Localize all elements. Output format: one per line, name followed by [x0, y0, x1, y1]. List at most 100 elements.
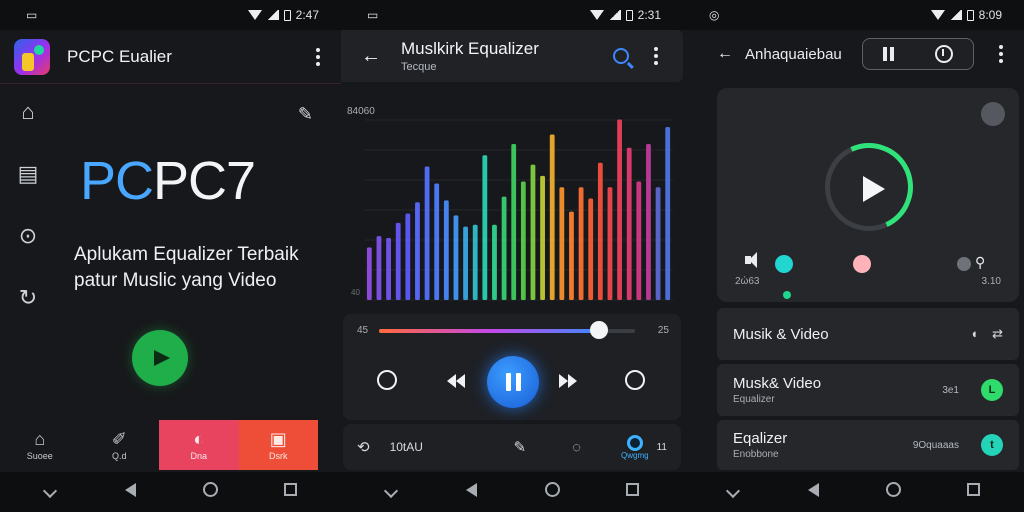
tagline: Aplukam Equalizer Terbaik patur Muslic y…: [74, 244, 299, 291]
eq-band-bar[interactable]: [549, 134, 555, 300]
more-options-icon[interactable]: [992, 45, 1010, 63]
eq-band-bar[interactable]: [626, 147, 632, 300]
back-icon[interactable]: [115, 482, 145, 502]
eq-band-bar[interactable]: [597, 162, 603, 300]
eq-band-bar[interactable]: [511, 143, 517, 300]
hide-keyboard-icon[interactable]: [35, 483, 65, 501]
eq-band-bar[interactable]: [617, 119, 622, 300]
more-options-icon[interactable]: [309, 47, 327, 66]
hide-keyboard-icon[interactable]: [376, 483, 406, 501]
avatar[interactable]: [981, 102, 1005, 126]
power-icon[interactable]: [377, 370, 397, 390]
loop-icon[interactable]: ⟲: [357, 438, 370, 456]
eq-band-bar[interactable]: [559, 187, 565, 300]
eq-band-bar[interactable]: [463, 226, 468, 300]
app-bar: ← Anhaquaiebau: [683, 30, 1024, 78]
home-icon[interactable]: ⌂: [16, 100, 40, 124]
eq-band-bar[interactable]: [578, 187, 584, 300]
recents-icon[interactable]: [959, 483, 989, 501]
volume-icon[interactable]: ◖: [970, 326, 978, 342]
list-item[interactable]: Musik & Video ◖ ⇄: [717, 308, 1019, 360]
app-bar: PCPC Eualier: [0, 30, 341, 84]
headphones-icon: ◐: [193, 428, 205, 449]
tab-dna[interactable]: ◐ Dna: [159, 420, 239, 470]
hide-keyboard-icon[interactable]: [718, 483, 748, 501]
eq-band-bar[interactable]: [588, 198, 594, 300]
bottom-tab-bar: ⌂ Suoee ✐ Q.d ◐ Dna ▣ Dsrk: [0, 420, 318, 470]
grey-knob[interactable]: [957, 257, 971, 271]
swap-icon[interactable]: ⇄: [992, 326, 1003, 342]
pause-button[interactable]: [487, 356, 539, 408]
back-arrow-icon[interactable]: ←: [717, 45, 733, 63]
start-button[interactable]: [132, 330, 188, 386]
phone-screen-player: ◎ 8:09 ← Anhaquaiebau ⚲ 2ώ63 3.10 Musik …: [683, 0, 1024, 512]
eq-band-bar[interactable]: [530, 164, 536, 300]
eq-band-bar[interactable]: [540, 175, 545, 300]
file-icon[interactable]: ▤: [16, 162, 40, 186]
status-badge[interactable]: t: [981, 434, 1003, 456]
cyan-knob[interactable]: [775, 255, 793, 273]
back-icon[interactable]: [798, 482, 828, 502]
back-arrow-icon[interactable]: ←: [361, 45, 385, 68]
eq-band-bar[interactable]: [453, 215, 459, 300]
eq-band-bar[interactable]: [405, 213, 411, 300]
eq-band-bar[interactable]: [376, 236, 382, 300]
tab-dsrk[interactable]: ▣ Dsrk: [238, 420, 318, 470]
eq-band-bar[interactable]: [636, 181, 642, 300]
eq-band-bar[interactable]: [569, 211, 574, 300]
eq-band-bar[interactable]: [395, 222, 401, 300]
bubble-icon[interactable]: ◌: [572, 439, 581, 456]
signal-icon: [949, 10, 962, 20]
list-item-title: Musk& Video: [733, 375, 822, 392]
link-icon[interactable]: ⚲: [975, 254, 985, 271]
player-progress-dot[interactable]: [783, 291, 791, 299]
home-nav-icon[interactable]: [196, 482, 226, 502]
record-icon[interactable]: [625, 370, 645, 390]
back-icon[interactable]: [457, 482, 487, 502]
tab-suoee[interactable]: ⌂ Suoee: [0, 420, 80, 470]
speaker-icon[interactable]: [745, 252, 757, 268]
eq-band-bar[interactable]: [655, 187, 661, 300]
eq-band-bar[interactable]: [607, 187, 613, 300]
list-item[interactable]: Musk& Video Equalizer 3e1 L: [717, 364, 1019, 416]
eq-band-bar[interactable]: [472, 224, 478, 300]
next-icon[interactable]: [559, 374, 577, 388]
home-nav-icon[interactable]: [879, 482, 909, 502]
eq-band-bar[interactable]: [665, 127, 671, 300]
pink-knob[interactable]: [853, 255, 871, 273]
recents-icon[interactable]: [618, 483, 648, 501]
status-bar: ▭ 2:47: [0, 0, 341, 30]
more-options-icon[interactable]: [647, 47, 665, 65]
seek-thumb[interactable]: [590, 321, 609, 339]
tab-qd[interactable]: ✐ Q.d: [80, 420, 160, 470]
eq-band-bar[interactable]: [366, 247, 372, 300]
search-voice-icon[interactable]: ⊙: [16, 224, 40, 248]
previous-icon[interactable]: [447, 374, 465, 388]
home-nav-icon[interactable]: [537, 482, 567, 502]
refresh-icon[interactable]: ↻: [16, 286, 40, 310]
eq-band-bar[interactable]: [501, 196, 507, 300]
status-badge[interactable]: L: [981, 379, 1003, 401]
eq-band-bar[interactable]: [424, 166, 430, 300]
eq-band-bar[interactable]: [415, 202, 420, 300]
list-item-title: Eqalizer: [733, 430, 788, 447]
list-item[interactable]: Eqalizer Enobbone 9Oquaaas t: [717, 420, 1019, 470]
recents-icon[interactable]: [276, 483, 306, 501]
eq-band-bar[interactable]: [434, 183, 440, 300]
eq-band-bar[interactable]: [482, 155, 488, 300]
phone-screen-home: ▭ 2:47 PCPC Eualier ⌂ ▤ ⊙ ↻ ✎ PCPC7 Aplu…: [0, 0, 341, 512]
search-icon[interactable]: [613, 48, 629, 64]
pen-icon[interactable]: ✎: [514, 438, 527, 456]
eq-band-bar[interactable]: [386, 237, 391, 300]
wifi-icon: [247, 10, 262, 20]
eq-band-bar[interactable]: [520, 181, 526, 300]
timer-icon[interactable]: [934, 45, 953, 63]
pause-icon[interactable]: [883, 47, 895, 61]
feather-icon[interactable]: ✎: [298, 104, 313, 125]
play-icon[interactable]: [863, 176, 885, 202]
equalizer-visualizer[interactable]: [341, 92, 682, 308]
eq-band-bar[interactable]: [646, 143, 651, 300]
active-tool[interactable]: Qwgmg: [621, 434, 649, 460]
eq-band-bar[interactable]: [492, 224, 497, 300]
eq-band-bar[interactable]: [443, 200, 449, 300]
